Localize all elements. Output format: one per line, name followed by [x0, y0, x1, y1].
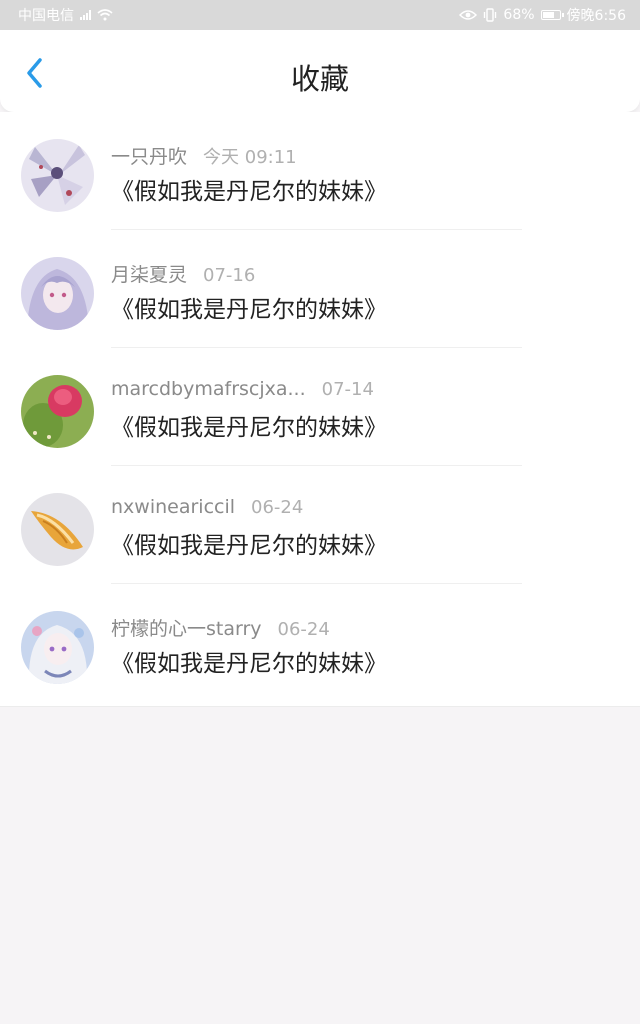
status-bar: 中国电信 68% 傍晚6:56 [0, 0, 640, 30]
favorite-item[interactable]: nxwineariccil 06-24 《假如我是丹尼尔的妹妹》 [0, 466, 640, 584]
signal-icon [80, 10, 91, 20]
carrier-label: 中国电信 [18, 8, 74, 24]
anime-girl-avatar[interactable] [21, 257, 94, 330]
item-title[interactable]: 《假如我是丹尼尔的妹妹》 [111, 172, 387, 206]
item-meta: 月柒夏灵 07-16 [111, 260, 255, 287]
item-meta: 一只丹吹 今天 09:11 [111, 142, 297, 169]
favorite-item[interactable]: 柠檬的心一starry 06-24 《假如我是丹尼尔的妹妹》 [0, 584, 640, 702]
item-title[interactable]: 《假如我是丹尼尔的妹妹》 [111, 644, 387, 678]
item-meta: marcdbymafrscjxa... 07-14 [111, 378, 374, 400]
author-name[interactable]: 月柒夏灵 [111, 264, 187, 286]
item-time: 06-24 [277, 619, 330, 640]
app-header: 收藏 [0, 30, 640, 113]
favorites-list: 一只丹吹 今天 09:11 《假如我是丹尼尔的妹妹》 月柒夏灵 07-16 《假如我… [0, 112, 640, 707]
item-time: 今天 09:11 [203, 147, 297, 168]
status-left: 中国电信 [18, 5, 113, 25]
favorite-item[interactable]: 一只丹吹 今天 09:11 《假如我是丹尼尔的妹妹》 [0, 112, 640, 230]
cactus-flower-avatar[interactable] [21, 375, 94, 448]
author-name[interactable]: marcdbymafrscjxa... [111, 378, 306, 400]
eye-icon [459, 10, 478, 20]
author-name[interactable]: 一只丹吹 [111, 146, 187, 168]
wifi-icon [97, 9, 113, 21]
page-title: 收藏 [290, 62, 349, 96]
battery-icon [540, 10, 564, 20]
anime-doll-avatar[interactable] [21, 611, 94, 684]
battery-percent: 68% [503, 7, 535, 23]
vibrate-icon [484, 8, 497, 22]
favorite-item[interactable]: marcdbymafrscjxa... 07-14 《假如我是丹尼尔的妹妹》 [0, 348, 640, 466]
item-time: 07-16 [203, 265, 256, 286]
item-time: 06-24 [251, 497, 304, 518]
item-title[interactable]: 《假如我是丹尼尔的妹妹》 [111, 290, 387, 324]
clock-time: 傍晚6:56 [566, 8, 626, 24]
item-time: 07-14 [321, 379, 374, 400]
item-title[interactable]: 《假如我是丹尼尔的妹妹》 [111, 526, 387, 560]
seashell-avatar[interactable] [21, 493, 94, 566]
favorite-item[interactable]: 月柒夏灵 07-16 《假如我是丹尼尔的妹妹》 [0, 230, 640, 348]
item-meta: 柠檬的心一starry 06-24 [111, 614, 330, 641]
winged-figure-avatar[interactable] [21, 139, 94, 212]
author-name[interactable]: nxwineariccil [111, 496, 235, 518]
item-title[interactable]: 《假如我是丹尼尔的妹妹》 [111, 408, 387, 442]
item-meta: nxwineariccil 06-24 [111, 496, 303, 518]
status-right: 68% 傍晚6:56 [459, 5, 626, 25]
author-name[interactable]: 柠檬的心一starry [111, 618, 262, 640]
